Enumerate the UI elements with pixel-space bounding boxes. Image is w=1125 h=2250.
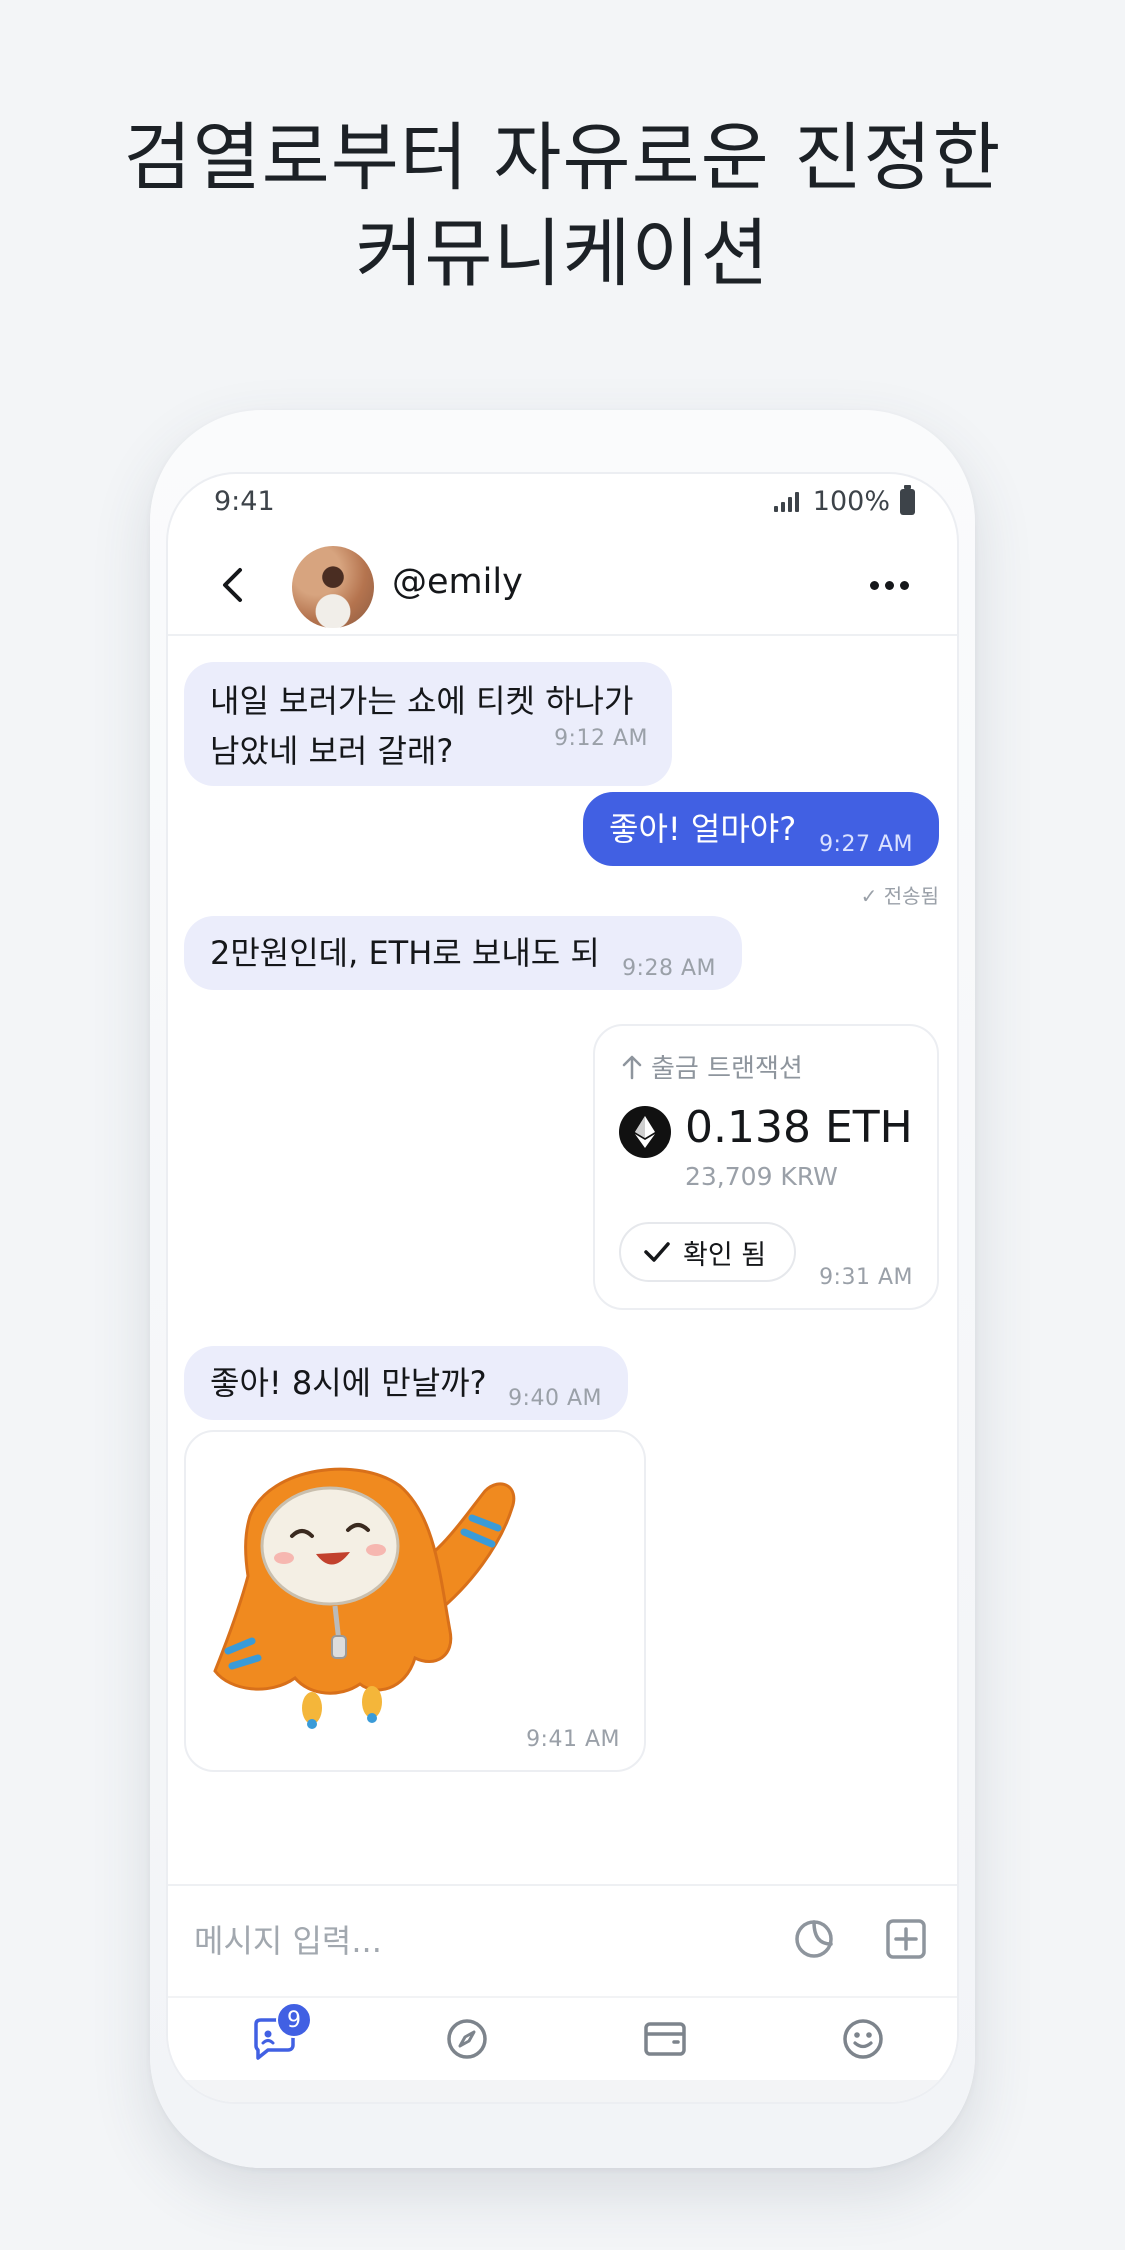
transaction-label: 출금 트랜잭션 — [621, 1048, 803, 1085]
chevron-left-icon — [223, 568, 242, 602]
more-dot-icon — [899, 580, 909, 590]
sent-status: ✓ 전송됨 — [860, 884, 939, 908]
message-time: 9:40 AM — [508, 1386, 602, 1411]
phone-frame: 9:41 100% @emily 내일 보러가는 쇼에 티켓 하나가 남았네 보… — [150, 410, 975, 2168]
confirmed-button[interactable]: 확인 됨 — [619, 1222, 797, 1282]
message-input[interactable]: 메시지 입력... — [194, 1916, 382, 1962]
status-right: 100% — [773, 484, 915, 517]
battery-icon — [900, 484, 915, 515]
status-bar: 9:41 100% — [168, 474, 957, 534]
phone-screen: 9:41 100% @emily 내일 보러가는 쇼에 티켓 하나가 남았네 보… — [166, 472, 959, 2104]
mascot-sticker-icon — [213, 1467, 516, 1729]
transaction-fiat: 23,709 KRW — [685, 1162, 838, 1191]
confirmed-label: 확인 됨 — [683, 1239, 767, 1271]
headline-line-2: 커뮤니케이션 — [355, 211, 770, 297]
more-dot-icon — [884, 580, 894, 590]
message-text: 좋아! 얼마야? — [609, 810, 797, 848]
system-nav-bar — [168, 2080, 957, 2102]
transaction-amount: 0.138 ETH — [685, 1102, 913, 1153]
signal-icon — [773, 491, 799, 512]
tab-explore[interactable] — [440, 2012, 494, 2066]
message-bubble-incoming[interactable]: 좋아! 8시에 만날까? 9:40 AM — [184, 1346, 628, 1420]
message-bubble-incoming[interactable]: 내일 보러가는 쇼에 티켓 하나가 남았네 보러 갈래? 9:12 AM — [184, 662, 672, 786]
chat-unread-badge: 9 — [276, 2002, 312, 2038]
message-time: 9:28 AM — [622, 956, 716, 981]
avatar[interactable] — [292, 546, 374, 628]
compass-icon — [447, 2019, 487, 2059]
message-text: 2만원인데, ETH로 보내도 되 — [210, 934, 600, 972]
headline-line-1: 검열로부터 자유로운 진정한 — [123, 115, 1002, 201]
ethereum-icon — [619, 1106, 671, 1158]
message-time: 9:31 AM — [819, 1265, 913, 1290]
message-time: 9:41 AM — [526, 1727, 620, 1752]
arrow-up-icon — [622, 1055, 642, 1079]
status-time: 9:41 — [214, 486, 275, 517]
tab-stickers[interactable] — [836, 2012, 890, 2066]
bottom-tab-bar: 9 — [168, 1996, 957, 2080]
message-composer: 메시지 입력... — [168, 1884, 957, 1996]
wallet-icon — [644, 2022, 686, 2056]
plus-square-icon — [886, 1919, 926, 1959]
tab-chat[interactable]: 9 — [248, 2002, 312, 2066]
message-time: 9:27 AM — [819, 832, 913, 857]
battery-percent: 100% — [812, 486, 890, 517]
more-options-button[interactable] — [861, 560, 917, 610]
transaction-card[interactable]: 출금 트랜잭션 0.138 ETH 23,709 KRW 확인 됨 9:31 A… — [593, 1024, 939, 1310]
transaction-label-text: 출금 트랜잭션 — [651, 1054, 803, 1084]
more-dot-icon — [869, 580, 879, 590]
message-bubble-incoming[interactable]: 2만원인데, ETH로 보내도 되 9:28 AM — [184, 916, 742, 990]
message-text: 좋아! 8시에 만날까? — [210, 1364, 487, 1402]
tab-wallet[interactable] — [638, 2012, 692, 2066]
headline: 검열로부터 자유로운 진정한 커뮤니케이션 — [0, 110, 1125, 302]
sticker-icon — [795, 1920, 833, 1958]
chat-username[interactable]: @emily — [392, 562, 523, 602]
message-bubble-outgoing[interactable]: 좋아! 얼마야? 9:27 AM — [583, 792, 939, 866]
back-button[interactable] — [208, 558, 262, 612]
sticker-message[interactable]: 9:41 AM — [184, 1430, 646, 1772]
chat-header: @emily — [168, 534, 957, 636]
message-time: 9:12 AM — [554, 726, 648, 751]
smiley-icon — [843, 2019, 883, 2059]
check-icon — [644, 1242, 670, 1262]
sticker-button[interactable] — [789, 1914, 839, 1964]
add-attachment-button[interactable] — [881, 1914, 931, 1964]
message-list[interactable]: 내일 보러가는 쇼에 티켓 하나가 남았네 보러 갈래? 9:12 AM 좋아!… — [168, 636, 957, 1881]
